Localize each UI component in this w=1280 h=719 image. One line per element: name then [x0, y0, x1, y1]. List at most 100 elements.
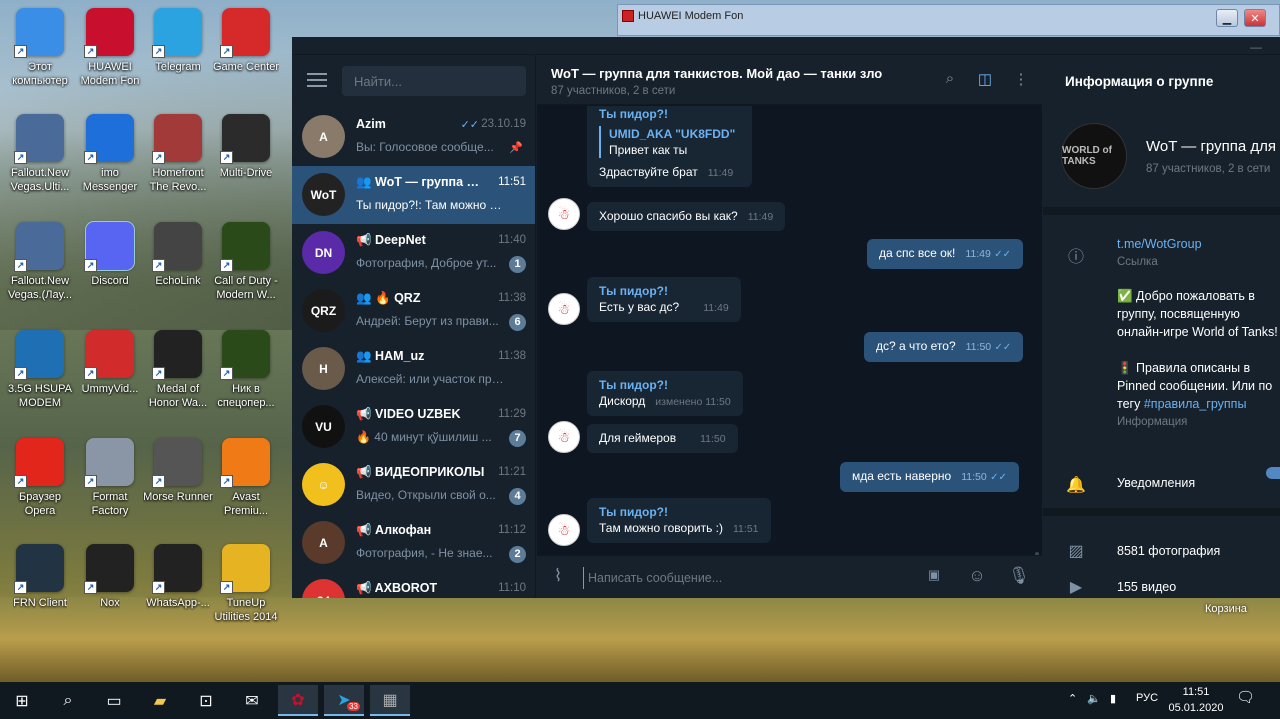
- message-bubble-outgoing[interactable]: дс? а что ето? 11:50 ✓✓: [864, 332, 1024, 362]
- telegram-taskbar-icon[interactable]: ➤ 33: [324, 685, 364, 716]
- search-icon[interactable]: ⌕: [940, 70, 960, 90]
- user-avatar[interactable]: ☃: [548, 293, 580, 325]
- message-author[interactable]: Ты пидор?!: [599, 283, 729, 299]
- chat-avatar[interactable]: VU: [302, 405, 345, 448]
- search-icon[interactable]: ⌕: [48, 685, 88, 716]
- desktop-icon[interactable]: ↗ Medal of Honor Wa...: [143, 330, 213, 410]
- chat-header[interactable]: WoT — группа для танкистов. Мой дао — та…: [537, 55, 1042, 105]
- desktop-icon[interactable]: ↗ Format Factory: [75, 438, 145, 518]
- desktop-icon[interactable]: ↗ imo Messenger: [75, 114, 145, 194]
- chat-list-item[interactable]: A Azim ✓✓ 23.10.19 Вы: Голосовое сообще... 📌: [292, 108, 535, 166]
- desktop-icon[interactable]: ↗ Браузер Opera: [5, 438, 75, 518]
- desktop-icon[interactable]: ↗ Multi-Drive: [211, 114, 281, 180]
- message-bubble[interactable]: Ты пидор?! UMID_AKA "UK8FDD" Привет как …: [587, 106, 752, 187]
- chat-avatar[interactable]: А: [302, 521, 345, 564]
- message-author[interactable]: Ты пидор?!: [599, 504, 759, 520]
- huawei-modem-window[interactable]: HUAWEI Modem Fon ▁ ✕: [617, 4, 1280, 36]
- desktop-icon[interactable]: ↗ Nox: [75, 544, 145, 610]
- user-avatar[interactable]: ☃: [548, 514, 580, 546]
- chat-avatar[interactable]: 24: [302, 579, 345, 598]
- chat-avatar[interactable]: ☺: [302, 463, 345, 506]
- wot-taskbar-icon[interactable]: ▦: [370, 685, 410, 716]
- group-avatar[interactable]: WORLD of TANKS: [1061, 123, 1127, 189]
- sidebar-toggle-icon[interactable]: ◫: [975, 70, 995, 90]
- attach-icon[interactable]: ⌇: [547, 566, 569, 588]
- desktop-icon[interactable]: ↗ Telegram: [143, 8, 213, 74]
- chat-avatar[interactable]: H: [302, 347, 345, 390]
- chat-avatar[interactable]: WoT: [302, 173, 345, 216]
- chat-avatar[interactable]: QRZ: [302, 289, 345, 332]
- windows-start-icon[interactable]: ⊞: [2, 685, 42, 716]
- bot-command-icon[interactable]: ▣: [923, 567, 945, 589]
- desktop-icon[interactable]: ↗ HUAWEI Modem Fon: [75, 8, 145, 88]
- desktop-icon[interactable]: ↗ Этот компьютер: [5, 8, 75, 88]
- minimize-button[interactable]: ▁: [1216, 9, 1238, 27]
- hashtag-link[interactable]: #правила_группы: [1144, 397, 1247, 411]
- recycle-bin-label[interactable]: Корзина: [1205, 603, 1247, 615]
- message-input[interactable]: [583, 567, 913, 589]
- volume-icon[interactable]: 🔈: [1087, 692, 1101, 705]
- message-bubble[interactable]: Для геймеров 11:50: [587, 424, 738, 453]
- minimize-icon[interactable]: —: [1250, 40, 1262, 54]
- clock[interactable]: 11:51 05.01.2020: [1166, 684, 1226, 716]
- chat-avatar[interactable]: A: [302, 115, 345, 158]
- message-bubble-outgoing[interactable]: мда есть наверно 11:50 ✓✓: [840, 462, 1019, 492]
- desktop-icon[interactable]: ↗ Call of Duty - Modern W...: [211, 222, 281, 302]
- chat-list-item[interactable]: WoT 👥 WoT — группа дл... 11:51 Ты пидор?!: …: [292, 166, 535, 224]
- mail-icon[interactable]: ✉: [232, 685, 272, 716]
- message-bubble[interactable]: Хорошо спасибо вы как? 11:49: [587, 202, 786, 231]
- group-link-row[interactable]: t.me/WotGroup Ссылка: [1117, 235, 1280, 271]
- search-input[interactable]: [342, 66, 526, 96]
- message-bubble[interactable]: Ты пидор?! Там можно говорить :) 11:51: [587, 498, 771, 543]
- message-bubble-outgoing[interactable]: да спс все ок! 11:49 ✓✓: [867, 239, 1023, 269]
- more-icon[interactable]: ⋮: [1011, 70, 1031, 90]
- desktop-icon[interactable]: ↗ TuneUp Utilities 2014: [211, 544, 281, 624]
- videos-count[interactable]: 155 видео: [1117, 578, 1280, 596]
- notifications-toggle[interactable]: [1266, 467, 1280, 479]
- message-bubble[interactable]: Ты пидор?! Есть у вас дс? 11:49: [587, 277, 741, 322]
- desktop-icon[interactable]: ↗ Homefront The Revo...: [143, 114, 213, 194]
- desktop-icon[interactable]: ↗ Fallout.New Vegas.Ulti...: [5, 114, 75, 194]
- desktop-icon[interactable]: ↗ EchoLink: [143, 222, 213, 288]
- chat-title[interactable]: WoT — группа для танкистов. Мой дао — та…: [551, 66, 882, 81]
- desktop-icon[interactable]: ↗ Fallout.New Vegas.(Лау...: [5, 222, 75, 302]
- chat-list-item[interactable]: QRZ 👥 🔥 QRZ 11:38 Андрей: Берут из прави...…: [292, 282, 535, 340]
- message-bubble[interactable]: Ты пидор?! Дискорд изменено 11:50: [587, 371, 743, 416]
- desktop-icon[interactable]: ↗ Discord: [75, 221, 145, 288]
- task-view-icon[interactable]: ▭: [94, 685, 134, 716]
- chat-avatar[interactable]: DN: [302, 231, 345, 274]
- chat-list-item[interactable]: DN 📢 DeepNet 11:40 Фотография, Доброе ут...…: [292, 224, 535, 282]
- desktop-icon[interactable]: ↗ Morse Runner: [143, 438, 213, 504]
- message-author[interactable]: Ты пидор?!: [599, 377, 731, 393]
- language-indicator[interactable]: РУС: [1136, 692, 1158, 704]
- desktop-icon[interactable]: ↗ FRN Client: [5, 544, 75, 610]
- menu-icon[interactable]: [307, 73, 327, 87]
- chat-list-item[interactable]: H 👥 HAM_uz 11:38 Алексей: или участок пропу…: [292, 340, 535, 398]
- message-author[interactable]: Ты пидор?!: [599, 106, 740, 122]
- desktop-icon[interactable]: ↗ WhatsApp-...: [143, 544, 213, 610]
- chat-list-item[interactable]: ☺ 📢 ВИДЕОПРИКОЛЫ 11:21 Видео, Открыли свой …: [292, 456, 535, 514]
- chat-list-item[interactable]: А 📢 Алкофан 11:12 Фотография, - Не знае... 2: [292, 514, 535, 572]
- microphone-icon[interactable]: 🎙: [1008, 566, 1030, 588]
- desktop-icon[interactable]: ↗ Ник в спецопер...: [211, 330, 281, 410]
- emoji-icon[interactable]: ☺: [966, 566, 988, 588]
- desktop-icon[interactable]: ↗ 3.5G HSUPA MODEM: [5, 330, 75, 410]
- close-button[interactable]: ✕: [1244, 9, 1266, 27]
- desktop-icon[interactable]: ↗ Avast Premiu...: [211, 438, 281, 518]
- photos-count[interactable]: 8581 фотография: [1117, 542, 1280, 560]
- store-icon[interactable]: ⊡: [186, 685, 226, 716]
- group-link[interactable]: t.me/WotGroup: [1117, 237, 1202, 251]
- user-avatar[interactable]: ☃: [548, 198, 580, 230]
- notification-center-icon[interactable]: 🗨: [1236, 688, 1255, 706]
- user-avatar[interactable]: ☃: [548, 421, 580, 453]
- huawei-taskbar-icon[interactable]: ✿: [278, 685, 318, 716]
- reply-quote[interactable]: UMID_AKA "UK8FDD" Привет как ты: [599, 126, 740, 158]
- chat-list-item[interactable]: 24 📢 AXBOROT 11:10: [292, 572, 535, 598]
- desktop-icon[interactable]: ↗ Game Center: [211, 8, 281, 74]
- group-subtitle: 87 участников, 2 в сети: [1146, 163, 1271, 175]
- file-explorer-icon[interactable]: ▰: [140, 685, 180, 716]
- chat-list-item[interactable]: VU 📢 VIDEO UZBEK 11:29 🔥 40 минут қўшилиш .…: [292, 398, 535, 456]
- network-icon[interactable]: ▮: [1110, 692, 1116, 705]
- desktop-icon[interactable]: ↗ UmmyVid...: [75, 330, 145, 396]
- tray-chevron-icon[interactable]: ⌃: [1068, 692, 1077, 705]
